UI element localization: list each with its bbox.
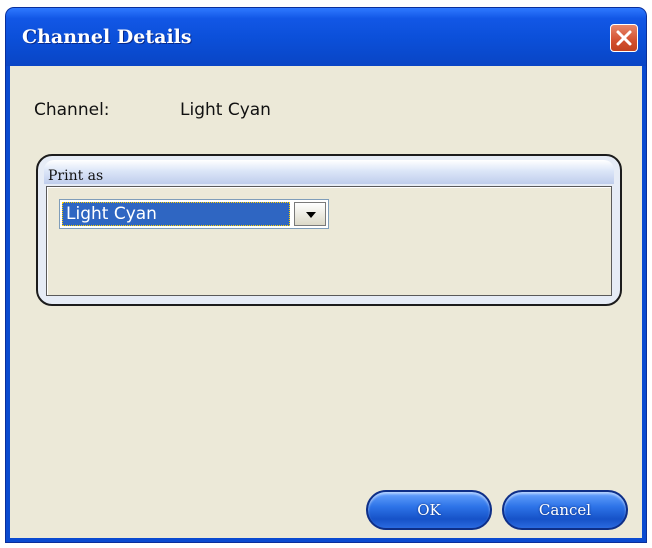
dropdown-selected-value[interactable]: Light Cyan <box>62 202 290 226</box>
print-as-group: Print as Light Cyan <box>36 154 622 306</box>
group-title: Print as <box>48 168 104 184</box>
channel-label: Channel: <box>34 100 110 120</box>
ok-button[interactable]: OK <box>366 490 492 530</box>
chevron-down-icon <box>306 212 316 218</box>
group-body: Light Cyan <box>46 186 612 296</box>
dialog-window: Channel Details Channel: Light Cyan Prin… <box>6 8 646 542</box>
print-as-dropdown[interactable]: Light Cyan <box>59 199 329 229</box>
group-header <box>44 160 614 184</box>
dialog-content: Channel: Light Cyan Print as Light Cyan … <box>10 66 642 538</box>
title-bar[interactable]: Channel Details <box>6 8 646 66</box>
window-title: Channel Details <box>22 26 192 48</box>
cancel-button[interactable]: Cancel <box>502 490 628 530</box>
close-button[interactable] <box>610 24 638 52</box>
channel-value: Light Cyan <box>180 100 271 120</box>
close-icon <box>616 30 632 46</box>
dropdown-arrow-button[interactable] <box>294 202 326 226</box>
